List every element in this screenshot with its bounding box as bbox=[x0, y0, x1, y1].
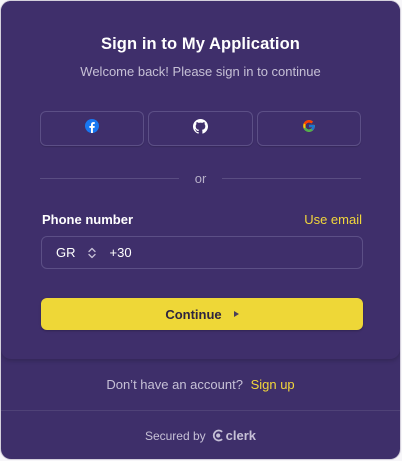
facebook-icon bbox=[85, 119, 100, 138]
divider-line-right bbox=[222, 177, 361, 179]
secured-by-badge: Secured by clerk bbox=[1, 428, 400, 443]
phone-number-field: GR +30 bbox=[41, 236, 363, 269]
continue-button[interactable]: Continue bbox=[41, 298, 363, 330]
chevron-up-down-icon bbox=[87, 247, 96, 259]
page-subtitle: Welcome back! Please sign in to continue bbox=[80, 64, 321, 79]
sign-in-form: Sign in to My Application Welcome back! … bbox=[1, 1, 400, 359]
github-button[interactable] bbox=[148, 111, 253, 146]
footer-divider bbox=[1, 410, 400, 411]
dial-prefix: +30 bbox=[109, 245, 132, 260]
country-code-value: GR bbox=[56, 245, 76, 260]
google-icon bbox=[302, 119, 316, 138]
clerk-logo[interactable]: clerk bbox=[212, 428, 256, 443]
google-button[interactable] bbox=[256, 111, 361, 146]
github-icon bbox=[192, 118, 208, 139]
social-buttons bbox=[40, 111, 361, 146]
use-email-link[interactable]: Use email bbox=[304, 212, 362, 227]
continue-label: Continue bbox=[165, 306, 222, 322]
signup-prompt: Don’t have an account? Sign up bbox=[1, 377, 400, 392]
caret-right-icon bbox=[233, 311, 239, 317]
phone-number-input[interactable] bbox=[131, 237, 362, 268]
sign-up-link[interactable]: Sign up bbox=[251, 377, 295, 392]
page-title: Sign in to My Application bbox=[101, 35, 300, 53]
phone-number-label: Phone number bbox=[42, 212, 134, 227]
divider-label: or bbox=[194, 170, 207, 186]
or-divider: or bbox=[40, 169, 361, 187]
sign-in-card: Sign in to My Application Welcome back! … bbox=[1, 1, 400, 459]
signup-prompt-text: Don’t have an account? bbox=[106, 377, 243, 392]
divider-line-left bbox=[40, 177, 179, 179]
clerk-icon bbox=[212, 429, 223, 442]
secured-by-text: Secured by bbox=[144, 428, 206, 443]
facebook-button[interactable] bbox=[40, 111, 145, 146]
country-code-select[interactable]: GR bbox=[42, 245, 96, 260]
clerk-wordmark: clerk bbox=[225, 428, 257, 443]
